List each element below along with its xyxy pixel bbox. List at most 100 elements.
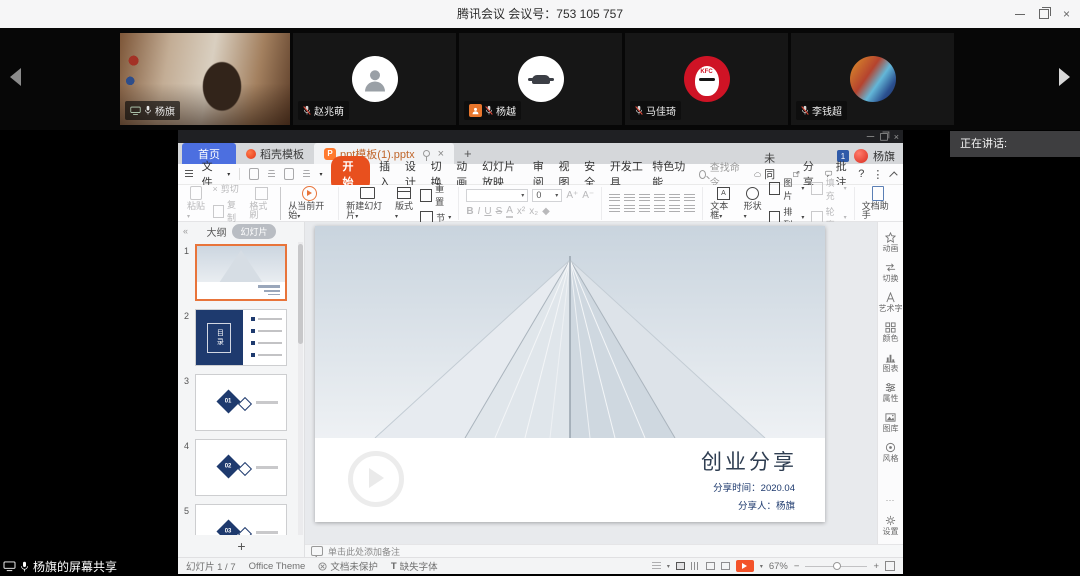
bullet-list-icon[interactable] [609,194,620,202]
highlight-button[interactable]: ◆ [542,206,550,217]
tab-docer[interactable]: 稻壳模板 [236,143,314,164]
gallery-icon [885,412,896,423]
save-icon[interactable] [249,168,259,180]
more-menu-icon[interactable]: ⋮ [872,168,883,181]
rail-properties[interactable]: 属性 [883,382,899,403]
paste-button[interactable]: 粘贴▾ [187,186,206,220]
output-icon[interactable] [268,170,276,179]
panel-scrollbar[interactable] [298,242,303,535]
video-tile[interactable]: 李钱超 [791,33,954,125]
rail-style[interactable]: 风格 [883,442,899,463]
textbox-button[interactable]: A文本框▾ [710,186,736,220]
normal-view-icon[interactable] [676,562,685,570]
missing-font-status[interactable]: T 缺失字体 [391,559,438,573]
slide-title[interactable]: 创业分享 [701,446,797,476]
pin-icon[interactable] [423,150,430,157]
notes-bar[interactable]: 单击此处添加备注 [305,544,903,557]
picture-button[interactable]: 图片▾ [769,176,804,202]
slide-canvas[interactable]: 创业分享 分享时间：2020.04 分享人：杨旗 [305,222,877,544]
doc-assistant-button[interactable]: 文档助手 [862,186,894,220]
new-slide-button[interactable]: 新建幻灯片▾ [346,186,388,220]
font-increase-button[interactable]: A⁺ [566,190,578,201]
preview-icon[interactable] [303,170,311,179]
font-color-button[interactable]: A [506,205,513,218]
shapes-button[interactable]: 形状▾ [744,186,763,220]
columns-icon[interactable] [684,205,695,213]
subscript-button[interactable]: x₂ [529,206,538,217]
distribute-icon[interactable] [669,205,680,213]
rail-more-icon[interactable]: ⋯ [886,495,896,506]
line-spacing-icon[interactable] [669,194,680,202]
theme-name[interactable]: Office Theme [249,561,306,572]
current-slide[interactable]: 创业分享 分享时间：2020.04 分享人：杨旗 [315,226,825,522]
fill-button[interactable]: 填充▾ [811,176,846,202]
layout-button[interactable]: 版式▾ [395,186,413,220]
slides-tab[interactable]: 幻灯片 [232,224,275,239]
copy-button[interactable]: 复制 [213,198,243,224]
video-tile[interactable]: 杨旗 [120,33,290,125]
wps-minimize-icon[interactable] [867,136,875,137]
reading-view-icon[interactable] [706,562,715,570]
rail-animation[interactable]: 动画 [883,232,899,253]
indent-increase-icon[interactable] [654,194,665,202]
superscript-button[interactable]: x² [517,206,525,217]
rail-transition[interactable]: 切换 [883,262,899,283]
slide-meta-date[interactable]: 分享时间：2020.04 [713,480,795,494]
slide-meta-author[interactable]: 分享人：杨旗 [738,498,795,512]
reset-button[interactable]: 重置 [420,182,451,208]
video-tile[interactable]: 杨越 [459,33,622,125]
bold-button[interactable]: B [466,206,473,217]
protect-status[interactable]: 文档未保护 [318,559,378,573]
rail-settings[interactable]: 设置 [883,515,899,536]
font-size-select[interactable]: 0▾ [532,189,562,202]
add-slide-button[interactable]: + [178,535,305,557]
rail-wordart[interactable]: 艺术字 [879,292,903,313]
align-left-icon[interactable] [609,205,620,213]
help-button[interactable]: ? [858,168,864,180]
underline-button[interactable]: U [484,206,491,217]
hamburger-icon[interactable] [185,170,193,178]
strikethrough-button[interactable]: S [496,206,503,217]
video-tile[interactable]: 赵兆萌 [293,33,456,125]
rail-chart[interactable]: 图表 [883,352,899,373]
close-icon[interactable]: × [1063,8,1070,20]
indent-decrease-icon[interactable] [639,194,650,202]
font-decrease-button[interactable]: A⁻ [582,190,594,201]
slideshow-play-button[interactable] [736,560,754,572]
sorter-view-icon[interactable] [691,562,700,570]
zoom-in-button[interactable]: + [873,561,879,572]
justify-icon[interactable] [654,205,665,213]
numbered-list-icon[interactable] [624,194,635,202]
scroll-left-arrow[interactable] [10,68,21,86]
scroll-right-arrow[interactable] [1059,68,1070,86]
master-view-icon[interactable] [721,562,730,570]
format-painter-button[interactable]: 格式刷 [249,186,273,220]
cut-button[interactable]: ×剪切 [213,182,243,195]
play-options-icon[interactable]: ▾ [760,563,763,570]
restore-icon[interactable] [1039,9,1049,19]
rail-color[interactable]: 颜色 [883,322,899,343]
text-direction-icon[interactable] [684,194,695,202]
play-from-current-button[interactable]: 从当前开始▾ [288,186,331,220]
mic-icon [144,105,152,116]
rail-gallery[interactable]: 图库 [883,412,899,433]
align-right-icon[interactable] [639,205,650,213]
notes-toggle-icon[interactable] [652,562,661,570]
zoom-level[interactable]: 67% [769,561,788,572]
zoom-out-button[interactable]: − [794,561,800,572]
collapse-panel-icon[interactable]: « [183,226,188,236]
align-center-icon[interactable] [624,205,635,213]
font-family-select[interactable]: ▾ [466,189,528,202]
minimize-icon[interactable] [1015,14,1025,15]
more-icon[interactable]: ▾ [319,171,322,178]
video-tile[interactable]: KFC 李钱超 马佳琦 [625,33,788,125]
collapse-ribbon-icon[interactable] [890,171,898,179]
wps-restore-icon[interactable] [880,133,888,141]
italic-button[interactable]: I [478,206,481,217]
fit-to-window-icon[interactable] [885,561,895,571]
zoom-slider-knob[interactable] [833,562,841,570]
outline-tab[interactable]: 大纲 [206,224,226,239]
print-icon[interactable] [284,168,294,180]
zoom-slider[interactable] [805,566,867,567]
wps-close-icon[interactable]: × [894,132,899,141]
